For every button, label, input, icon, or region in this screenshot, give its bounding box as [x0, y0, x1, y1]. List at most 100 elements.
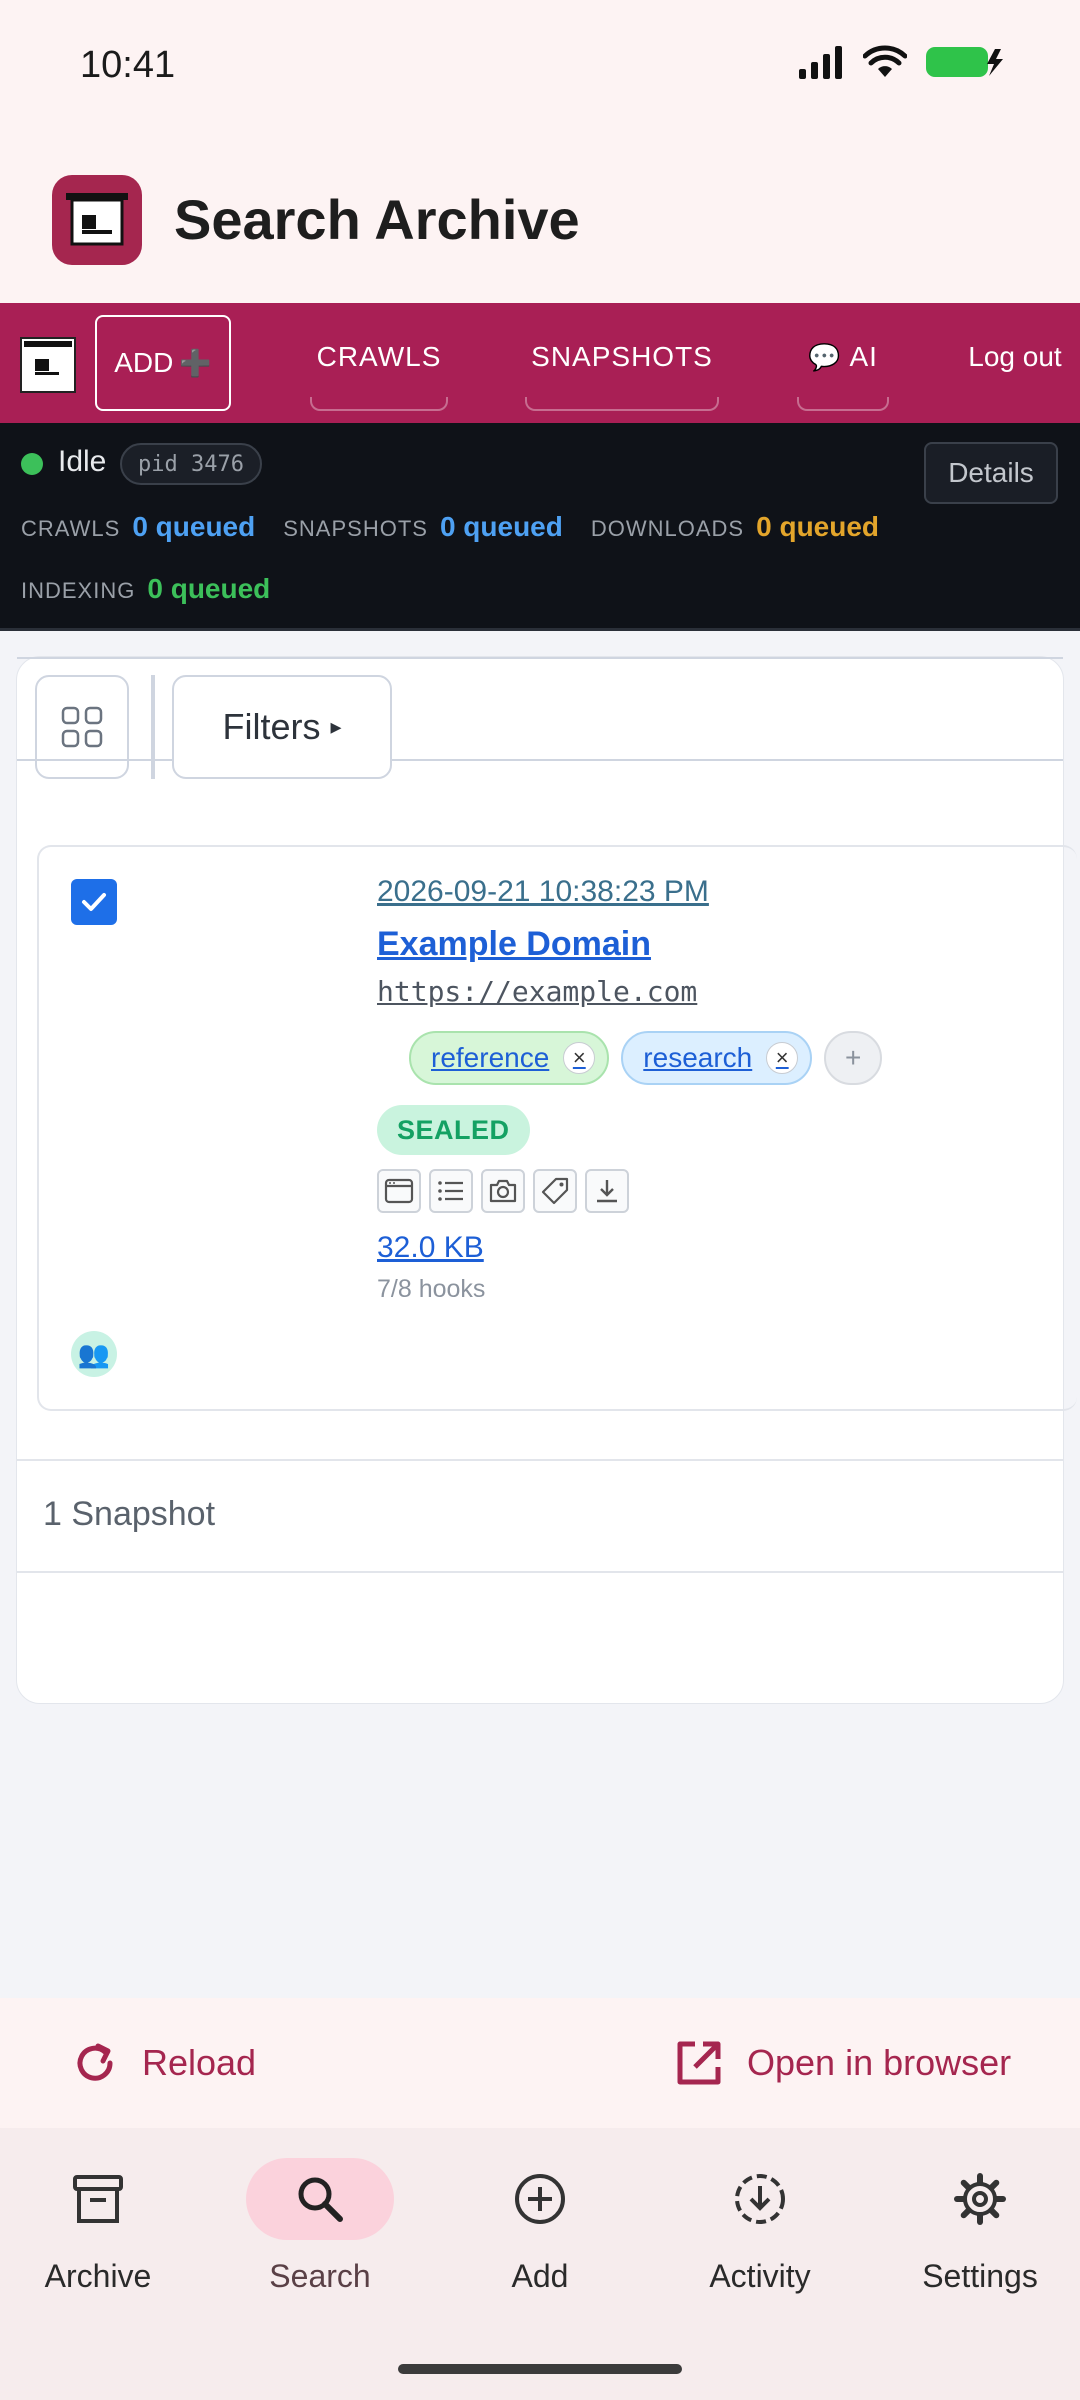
status-dot-icon [21, 453, 43, 475]
snapshot-row: 2026-09-21 10:38:23 PM Example Domain ht… [37, 845, 1077, 1411]
nav-archive-label: Archive [44, 2258, 152, 2294]
nav-archive[interactable]: Archive [8, 2158, 188, 2295]
snapshot-title-link[interactable]: Example Domain [377, 925, 651, 964]
tag-icon [541, 1177, 569, 1205]
queue-snapshots: SNAPSHOTS 0 queued [283, 511, 563, 543]
add-button[interactable]: ADD ➕ [95, 315, 231, 411]
results-card: Filters ▸ 2026-09-21 10:38:23 PM Example… [16, 656, 1077, 1704]
add-tag-button[interactable]: + [824, 1031, 883, 1085]
tag-button[interactable] [533, 1169, 577, 1213]
add-label: ADD [114, 347, 174, 378]
reload-label: Reload [142, 2042, 257, 2083]
snapshot-count: 1 Snapshot [43, 1495, 216, 1533]
browser-action-bar: Reload Open in browser [0, 1998, 1080, 2128]
nav-add[interactable]: Add [450, 2158, 630, 2295]
snapshot-size-link[interactable]: 32.0 KB [377, 1231, 484, 1265]
nav-add-label: Add [511, 2258, 569, 2294]
tag-reference[interactable]: reference × [409, 1031, 610, 1085]
nav-link-snapshots[interactable]: SNAPSHOTS [525, 303, 719, 411]
nav-link-snapshots-label: SNAPSHOTS [531, 341, 713, 372]
signal-icon [799, 46, 842, 79]
check-icon [82, 893, 106, 911]
queue-value: 0 queued [132, 511, 256, 542]
archive-icon [73, 2175, 123, 2223]
nav-search-label: Search [269, 2258, 371, 2294]
remove-tag-icon[interactable]: × [563, 1042, 596, 1074]
list-view-button[interactable] [429, 1169, 473, 1213]
nav-archive-pill [24, 2158, 172, 2240]
download-button[interactable] [585, 1169, 629, 1213]
queue-status-panel: Idle pid 3476 Details CRAWLS 0 queued SN… [0, 423, 1080, 631]
page-title: Search Archive [174, 188, 580, 251]
worker-state: Idle [58, 445, 107, 478]
queue-value: 0 queued [439, 511, 563, 542]
pid-badge: pid 3476 [120, 443, 262, 485]
battery-charging-icon [926, 47, 1003, 77]
screenshot-button[interactable] [481, 1169, 525, 1213]
queue-label: DOWNLOADS [590, 516, 745, 541]
grid-view-button[interactable] [35, 675, 129, 779]
queue-label: CRAWLS [21, 516, 121, 541]
nav-add-pill [466, 2158, 614, 2240]
nav-link-logout-label: Log out [968, 341, 1062, 372]
site-logo[interactable] [20, 337, 76, 393]
tag-label: research [643, 1042, 753, 1073]
grid-icon [61, 706, 103, 748]
queue-crawls: CRAWLS 0 queued [21, 511, 255, 543]
download-icon [597, 1180, 617, 1203]
caret-right-icon: ▸ [330, 714, 342, 739]
app-bar: Search Archive [0, 135, 1080, 303]
nav-link-crawls-label: CRAWLS [316, 341, 442, 372]
nav-link-underline [797, 397, 889, 411]
nav-link-crawls[interactable]: CRAWLS [310, 303, 448, 411]
status-icons [797, 45, 1005, 79]
open-in-browser-label: Open in browser [747, 2042, 1012, 2083]
snapshot-actions [377, 1169, 629, 1213]
status-bar: 10:41 [0, 0, 1080, 135]
archive-box-icon [24, 341, 72, 375]
remove-tag-icon[interactable]: × [766, 1042, 799, 1074]
nav-settings[interactable]: Settings [890, 2158, 1070, 2295]
home-indicator[interactable] [398, 2364, 682, 2374]
nav-link-underline [310, 397, 448, 411]
snapshot-select-checkbox[interactable] [71, 879, 117, 925]
queue-value: 0 queued [147, 573, 271, 604]
divider [17, 1571, 1063, 1573]
queue-label: SNAPSHOTS [283, 516, 428, 541]
browser-window-button[interactable] [377, 1169, 421, 1213]
queue-indexing: INDEXING 0 queued [21, 573, 270, 605]
plus-icon: ➕ [179, 347, 212, 378]
tag-label: reference [431, 1042, 550, 1073]
snapshot-timestamp-link[interactable]: 2026-09-21 10:38:23 PM [377, 875, 709, 909]
add-circle-icon [515, 2174, 565, 2224]
open-external-icon [677, 2041, 721, 2085]
status-time: 10:41 [80, 44, 176, 86]
nav-search[interactable]: Search [230, 2158, 410, 2295]
toolbar-separator [151, 675, 155, 779]
nav-link-logout[interactable]: Log out [960, 303, 1070, 411]
nav-activity-label: Activity [709, 2258, 811, 2294]
search-icon [298, 2177, 343, 2222]
bottom-nav: Archive Search Add Activity Settings [0, 2128, 1080, 2400]
reload-button[interactable]: Reload [70, 1998, 256, 2128]
nav-search-pill [246, 2158, 394, 2240]
browser-window-icon [384, 1178, 414, 1204]
tag-research[interactable]: research × [621, 1031, 813, 1085]
hooks-count: 7/8 hooks [377, 1275, 486, 1303]
nav-activity[interactable]: Activity [670, 2158, 850, 2295]
open-in-browser-button[interactable]: Open in browser [673, 1998, 1011, 2128]
tag-list: reference × research × + [409, 1031, 883, 1085]
queue-row-1: CRAWLS 0 queued SNAPSHOTS 0 queued DOWNL… [21, 511, 879, 543]
web-nav-bar: ADD ➕ CRAWLS SNAPSHOTS 💬 AI Log out [0, 303, 1080, 423]
chat-bubble-icon: 💬 [808, 341, 842, 372]
gear-icon [954, 2173, 1006, 2225]
filters-label: Filters [222, 706, 321, 747]
queue-label: INDEXING [21, 578, 136, 603]
nav-settings-pill [906, 2158, 1054, 2240]
details-button[interactable]: Details [924, 442, 1058, 504]
snapshot-url-link[interactable]: https://example.com [377, 975, 697, 1008]
list-icon [438, 1181, 463, 1201]
nav-settings-label: Settings [922, 2258, 1038, 2294]
filters-button[interactable]: Filters ▸ [172, 675, 392, 779]
nav-link-ai[interactable]: 💬 AI [797, 303, 889, 411]
